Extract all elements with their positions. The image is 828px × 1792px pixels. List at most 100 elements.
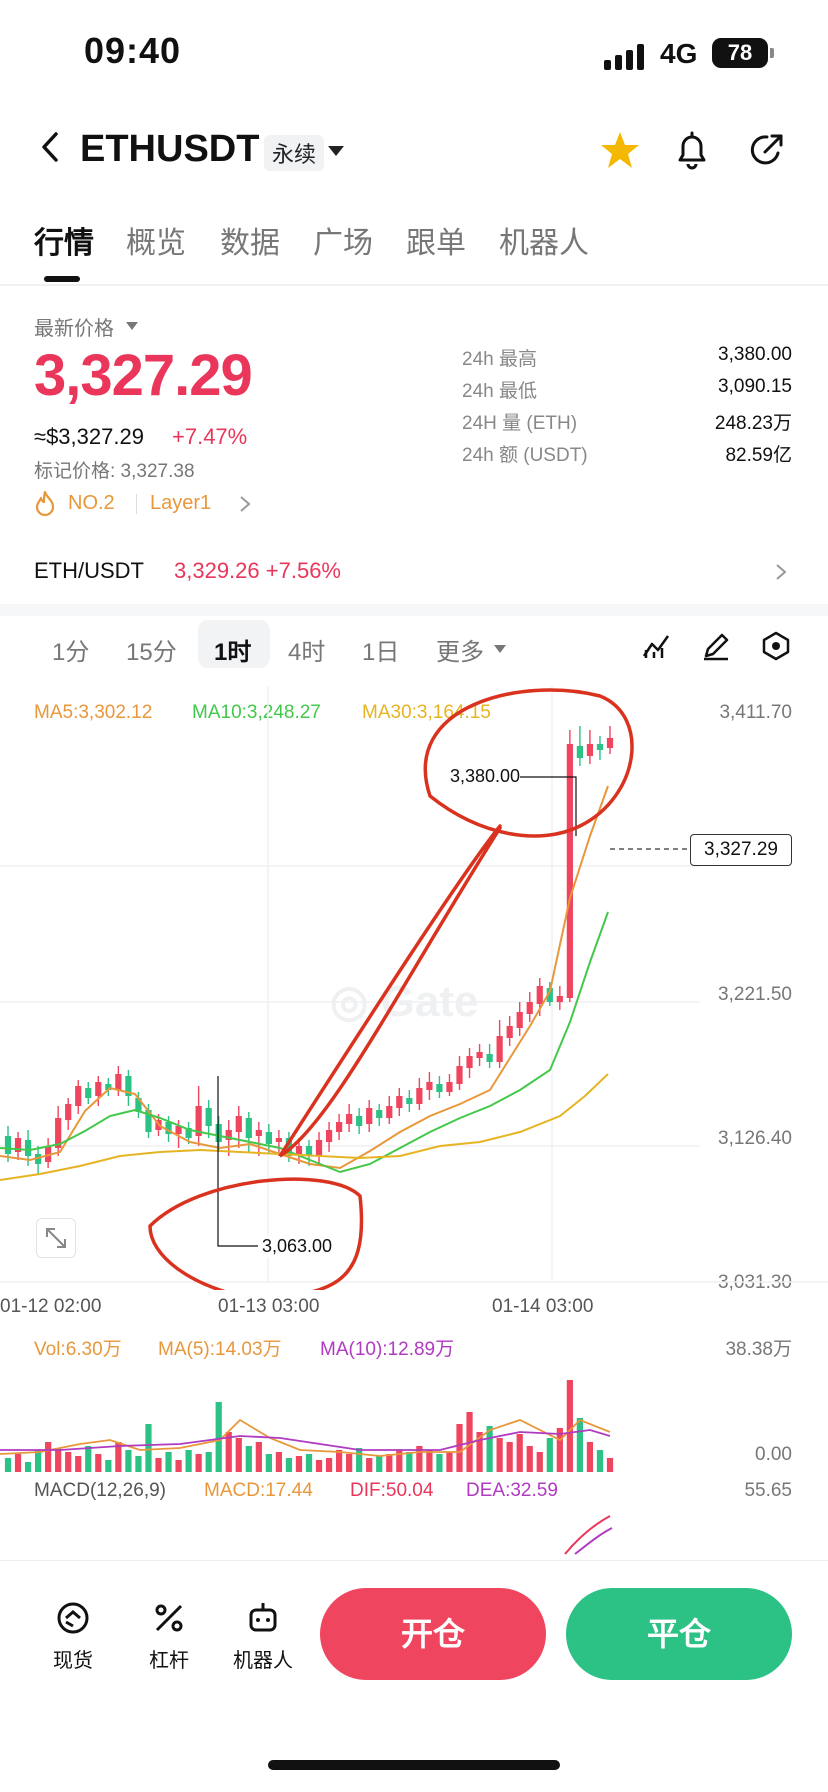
tab-square[interactable]: 广场 xyxy=(313,218,373,262)
stat-high-label: 24h 最高 xyxy=(462,349,537,370)
volume-bar xyxy=(245,1446,252,1472)
volume-bar xyxy=(376,1456,383,1472)
tab-copy-trade[interactable]: 跟单 xyxy=(406,218,466,262)
divider xyxy=(0,284,828,286)
chevron-right-icon[interactable] xyxy=(774,562,788,582)
volume-bar xyxy=(155,1458,162,1472)
candle xyxy=(406,1098,413,1104)
vol-ma5-legend: MA(5):14.03万 xyxy=(158,1339,282,1360)
candle xyxy=(606,738,614,748)
volume-bar xyxy=(95,1454,102,1472)
vol-axis-top: 38.38万 xyxy=(725,1339,792,1360)
candle xyxy=(556,996,563,1002)
main-tabs: 行情 概览 数据 广场 跟单 机器人 xyxy=(0,218,828,284)
share-icon[interactable] xyxy=(745,128,789,172)
volume-bar xyxy=(135,1456,142,1472)
volume-bar xyxy=(85,1446,92,1472)
interval-1h[interactable]: 1时 xyxy=(214,632,251,667)
candle xyxy=(436,1084,443,1092)
star-icon[interactable] xyxy=(598,128,642,172)
candle xyxy=(446,1082,453,1092)
close-position-button[interactable]: 平仓 xyxy=(566,1588,792,1680)
rank-badge[interactable]: NO.2 xyxy=(68,492,115,515)
candle xyxy=(346,1114,353,1124)
candle xyxy=(65,1104,72,1120)
vol-legend: Vol:6.30万 xyxy=(34,1339,122,1360)
macd-legend: MACD(12,26,9) xyxy=(34,1480,166,1501)
volume-bar xyxy=(235,1438,242,1472)
candle xyxy=(75,1086,82,1106)
stat-volume-value: 248.23万 xyxy=(714,413,792,434)
tab-market[interactable]: 行情 xyxy=(34,218,94,262)
contract-type-badge[interactable]: 永续 xyxy=(264,135,325,171)
bot-button[interactable]: 机器人 xyxy=(228,1598,298,1673)
volume-bar xyxy=(295,1456,303,1472)
stat-high-value: 3,380.00 xyxy=(718,344,792,365)
volume-bar xyxy=(546,1438,553,1472)
spot-pair-name[interactable]: ETH/USDT xyxy=(34,558,144,584)
interval-4h[interactable]: 4时 xyxy=(288,632,325,667)
spot-pair-price-value: 3,329.26 xyxy=(174,558,260,583)
volume-chart xyxy=(0,1380,614,1472)
volume-bar xyxy=(14,1454,22,1472)
spot-pair-change: +7.56% xyxy=(265,558,341,583)
spot-pair-price[interactable]: 3,329.26 +7.56% xyxy=(174,558,341,584)
volume-bar xyxy=(446,1452,453,1472)
bottom-divider xyxy=(0,1560,828,1561)
latest-price-label[interactable]: 最新价格 xyxy=(34,312,114,341)
fullscreen-button[interactable] xyxy=(36,1218,76,1258)
chevron-right-icon[interactable] xyxy=(238,494,252,514)
volume-bar xyxy=(356,1448,363,1472)
interval-more[interactable]: 更多 xyxy=(436,632,484,667)
draw-pencil-icon[interactable] xyxy=(700,630,732,662)
tab-data[interactable]: 数据 xyxy=(220,218,280,262)
volume-bar xyxy=(305,1454,313,1472)
home-indicator xyxy=(268,1760,560,1770)
interval-15m[interactable]: 15分 xyxy=(126,632,177,667)
x-tick: 01-12 02:00 xyxy=(0,1296,102,1317)
candle xyxy=(24,1140,32,1156)
ma5-line xyxy=(0,785,609,1170)
chevron-down-icon[interactable] xyxy=(328,146,344,156)
battery-tip xyxy=(770,48,774,58)
volume-bar xyxy=(205,1452,212,1472)
interval-1d[interactable]: 1日 xyxy=(362,632,399,667)
volume-bar xyxy=(586,1442,594,1472)
back-icon[interactable] xyxy=(34,130,68,164)
stat-low-label: 24h 最低 xyxy=(462,381,537,402)
tab-bot[interactable]: 机器人 xyxy=(499,218,589,262)
candle xyxy=(586,744,594,756)
open-position-button[interactable]: 开仓 xyxy=(320,1588,546,1680)
leverage-button[interactable]: 杠杆 xyxy=(134,1598,204,1673)
spot-button[interactable]: 现货 xyxy=(38,1598,108,1673)
last-price: 3,327.29 xyxy=(34,343,253,408)
candle xyxy=(426,1082,433,1090)
symbol-title[interactable]: ETHUSDT xyxy=(80,128,259,171)
caret-down-icon[interactable] xyxy=(494,645,506,653)
candle xyxy=(215,1124,222,1142)
volume-bar xyxy=(215,1402,222,1472)
caret-down-icon[interactable] xyxy=(126,322,138,330)
candle xyxy=(376,1110,383,1118)
candlestick-chart[interactable]: ◎ Gate xyxy=(0,686,828,1290)
macd-axis-top: 55.65 xyxy=(744,1480,792,1501)
candle xyxy=(255,1130,262,1136)
candle xyxy=(366,1108,373,1124)
leverage-label: 杠杆 xyxy=(149,1650,189,1672)
candle xyxy=(386,1106,393,1118)
volume-bar xyxy=(346,1454,353,1472)
volume-bar xyxy=(386,1454,393,1472)
vol-ma10-legend: MA(10):12.89万 xyxy=(320,1339,455,1360)
volume-bar xyxy=(526,1446,533,1472)
volume-bar xyxy=(366,1458,373,1472)
candle xyxy=(265,1132,272,1144)
settings-hex-icon[interactable] xyxy=(760,630,792,662)
sector-tag[interactable]: Layer1 xyxy=(150,492,211,515)
status-time: 09:40 xyxy=(84,30,182,71)
bell-icon[interactable] xyxy=(670,128,714,172)
indicator-icon[interactable] xyxy=(640,630,672,662)
candle xyxy=(95,1082,102,1096)
interval-1m[interactable]: 1分 xyxy=(52,632,89,667)
tab-overview[interactable]: 概览 xyxy=(126,218,186,262)
volume-bar xyxy=(65,1452,72,1472)
